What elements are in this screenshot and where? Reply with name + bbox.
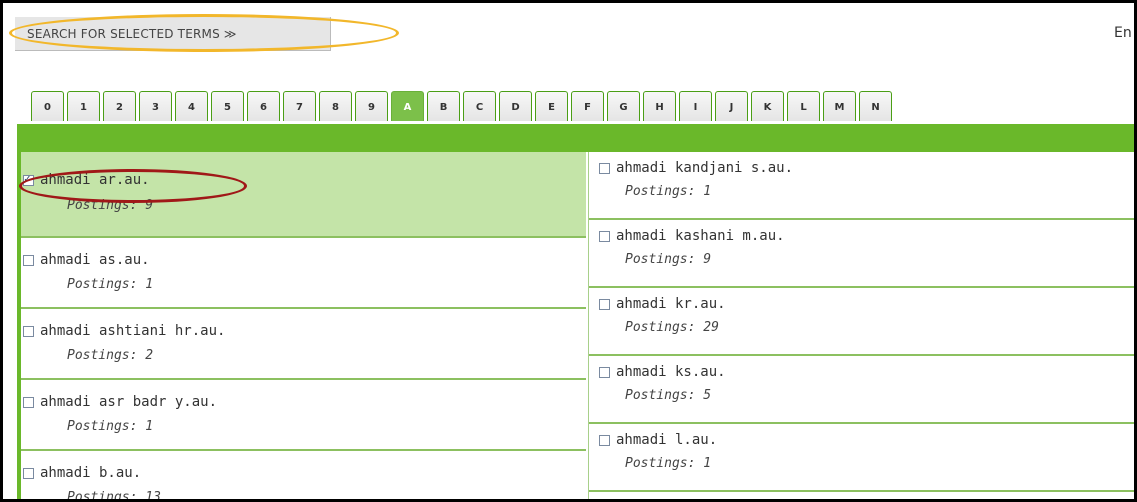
alphabet-tabs: 0 1 2 3 4 5 6 7 8 9 A B C D E F G H I J … [31,91,892,123]
term-label: ahmadi kashani m.au. [599,228,785,244]
browse-panel: SEARCH FOR SELECTED TERMS ≫ En 0 1 2 3 4… [0,0,1137,502]
tab-d[interactable]: D [499,91,532,121]
tab-8[interactable]: 8 [319,91,352,121]
term-label: ahmadi l.au. [599,432,717,448]
term-label: ahmadi as.au. [23,252,150,268]
term-label: ahmadi ks.au. [599,364,726,380]
term-text: ahmadi ashtiani hr.au. [40,323,226,339]
tab-e[interactable]: E [535,91,568,121]
tab-h[interactable]: H [643,91,676,121]
terms-column-left: ahmadi ar.au. Postings: 9 ahmadi as.au. … [17,152,586,502]
tab-f[interactable]: F [571,91,604,121]
term-text: ahmadi ks.au. [616,364,726,380]
list-item[interactable]: ahmadi ks.au. Postings: 5 [589,356,1134,424]
tab-content-header-bar [17,124,1134,152]
term-text: ahmadi as.au. [40,252,150,268]
term-checkbox[interactable] [23,325,34,337]
list-item[interactable]: ahmadi as.au. Postings: 1 [21,238,586,309]
term-checkbox[interactable] [599,434,610,446]
term-checkbox[interactable] [23,254,34,266]
top-right-link[interactable]: En [1114,25,1132,41]
tab-9[interactable]: 9 [355,91,388,121]
term-label: ahmadi asr badr y.au. [23,394,217,410]
list-item[interactable]: ahmadi ashtiani hr.au. Postings: 2 [21,309,586,380]
tab-b[interactable]: B [427,91,460,121]
tab-1[interactable]: 1 [67,91,100,121]
tab-c[interactable]: C [463,91,496,121]
list-item[interactable]: ahmadi asr badr y.au. Postings: 1 [21,380,586,451]
tab-5[interactable]: 5 [211,91,244,121]
tab-3[interactable]: 3 [139,91,172,121]
tab-m[interactable]: M [823,91,856,121]
postings-count: Postings: 29 [625,320,719,335]
term-checkbox[interactable] [599,298,610,310]
selected-term-highlight-annotation [19,169,247,203]
tab-k[interactable]: K [751,91,784,121]
term-label: ahmadi ashtiani hr.au. [23,323,225,339]
postings-count: Postings: 1 [67,277,154,292]
tab-4[interactable]: 4 [175,91,208,121]
term-text: ahmadi kr.au. [616,296,726,312]
postings-count: Postings: 1 [625,456,712,471]
tab-i[interactable]: I [679,91,712,121]
term-text: ahmadi b.au. [40,465,142,481]
term-text: ahmadi kandjani s.au. [616,160,794,176]
list-item[interactable]: ahmadi kashani m.au. Postings: 9 [589,220,1134,288]
tab-j[interactable]: J [715,91,748,121]
tab-6[interactable]: 6 [247,91,280,121]
term-checkbox[interactable] [599,230,610,242]
search-button-highlight-annotation [9,14,399,52]
term-text: ahmadi l.au. [616,432,718,448]
term-checkbox[interactable] [599,366,610,378]
term-text: ahmadi asr badr y.au. [40,394,218,410]
postings-count: Postings: 1 [625,184,712,199]
term-label: ahmadi kr.au. [599,296,726,312]
tab-a[interactable]: A [391,91,424,121]
tab-2[interactable]: 2 [103,91,136,121]
postings-count: Postings: 5 [625,388,712,403]
terms-column-right: ahmadi kandjani s.au. Postings: 1 ahmadi… [588,152,1134,499]
tab-g[interactable]: G [607,91,640,121]
tab-0[interactable]: 0 [31,91,64,121]
term-label: ahmadi kandjani s.au. [599,160,793,176]
term-checkbox[interactable] [23,467,34,479]
term-checkbox[interactable] [599,162,610,174]
list-item[interactable]: ahmadi kr.au. Postings: 29 [589,288,1134,356]
term-text: ahmadi kashani m.au. [616,228,785,244]
tab-7[interactable]: 7 [283,91,316,121]
tab-l[interactable]: L [787,91,820,121]
term-checkbox[interactable] [23,396,34,408]
list-item[interactable]: ahmadi kandjani s.au. Postings: 1 [589,152,1134,220]
list-item[interactable]: ahmadi l.au. Postings: 1 [589,424,1134,492]
postings-count: Postings: 2 [67,348,154,363]
list-item[interactable]: ahmadi b.au. Postings: 13 [21,451,586,502]
postings-count: Postings: 13 [67,490,161,502]
postings-count: Postings: 1 [67,419,154,434]
term-label: ahmadi b.au. [23,465,141,481]
tab-n[interactable]: N [859,91,892,121]
postings-count: Postings: 9 [625,252,712,267]
